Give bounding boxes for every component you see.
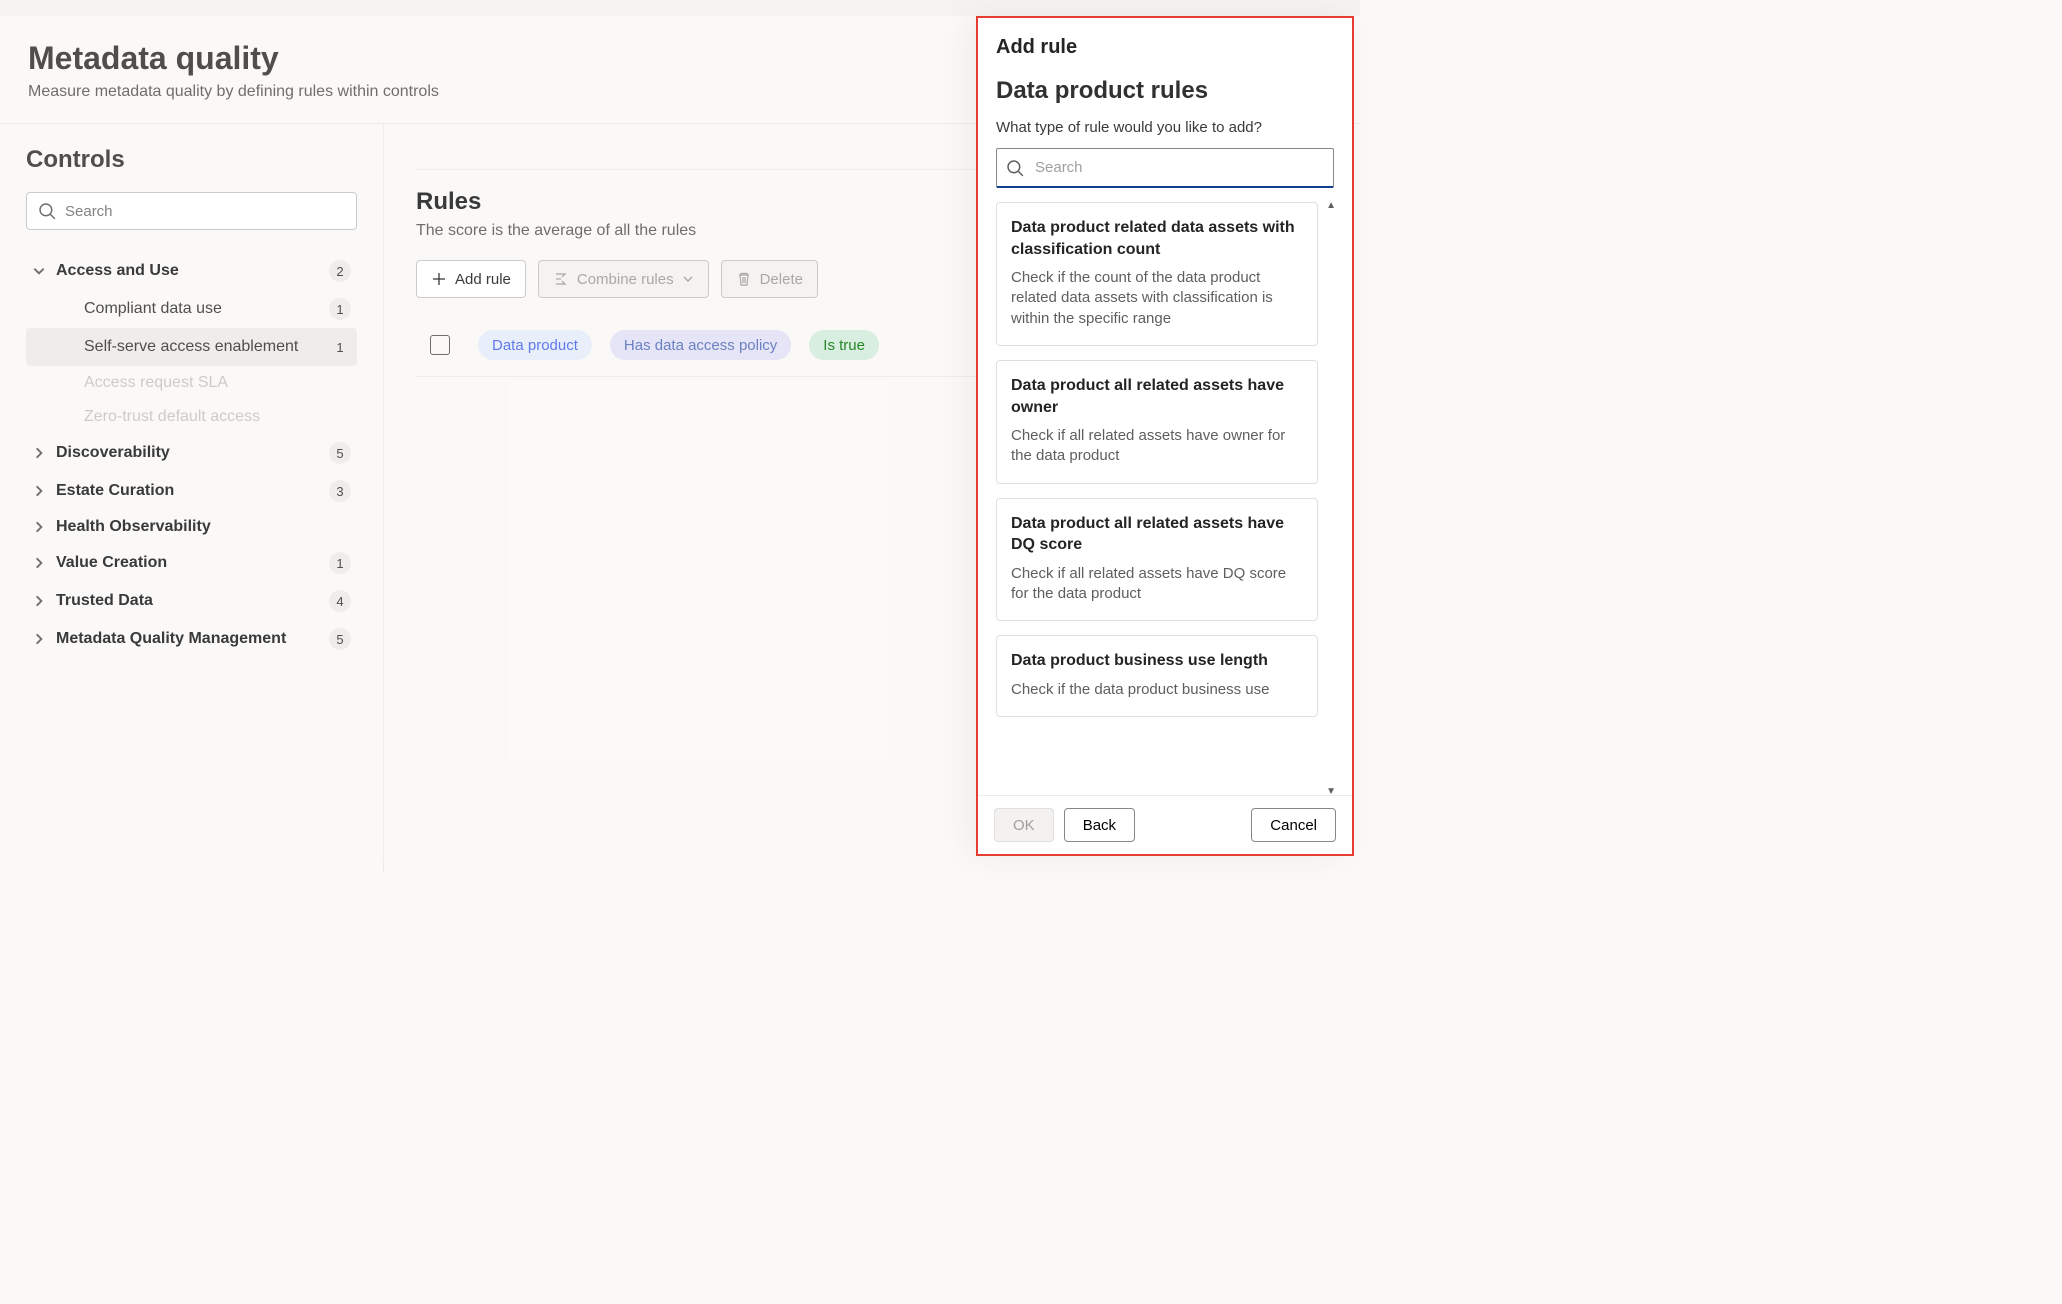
- rule-card[interactable]: Data product business use length Check if…: [996, 635, 1318, 717]
- panel-footer: OK Back Cancel: [978, 795, 1352, 854]
- search-icon: [1006, 159, 1024, 177]
- panel-search[interactable]: [996, 148, 1334, 188]
- add-rule-panel: Add rule Data product rules What type of…: [976, 16, 1354, 856]
- rule-card[interactable]: Data product related data assets with cl…: [996, 202, 1318, 346]
- panel-search-input[interactable]: [996, 148, 1334, 188]
- rule-list[interactable]: Data product related data assets with cl…: [996, 202, 1334, 795]
- scroll-down-icon[interactable]: ▼: [1326, 786, 1336, 795]
- rule-card[interactable]: Data product all related assets have own…: [996, 360, 1318, 484]
- ok-button: OK: [994, 808, 1054, 842]
- rule-card-desc: Check if the data product business use: [1011, 680, 1303, 700]
- rule-card-title: Data product business use length: [1011, 650, 1303, 672]
- rule-card-title: Data product all related assets have own…: [1011, 375, 1303, 418]
- rule-card-desc: Check if all related assets have owner f…: [1011, 426, 1303, 467]
- rule-card-title: Data product all related assets have DQ …: [1011, 513, 1303, 556]
- cancel-button[interactable]: Cancel: [1251, 808, 1336, 842]
- rule-card-desc: Check if the count of the data product r…: [1011, 268, 1303, 329]
- rule-card-title: Data product related data assets with cl…: [1011, 217, 1303, 260]
- panel-subtitle: Data product rules: [996, 77, 1334, 105]
- rule-card-desc: Check if all related assets have DQ scor…: [1011, 564, 1303, 605]
- back-button[interactable]: Back: [1064, 808, 1135, 842]
- panel-question: What type of rule would you like to add?: [996, 119, 1334, 136]
- rule-card[interactable]: Data product all related assets have DQ …: [996, 498, 1318, 622]
- panel-title: Add rule: [996, 36, 1334, 59]
